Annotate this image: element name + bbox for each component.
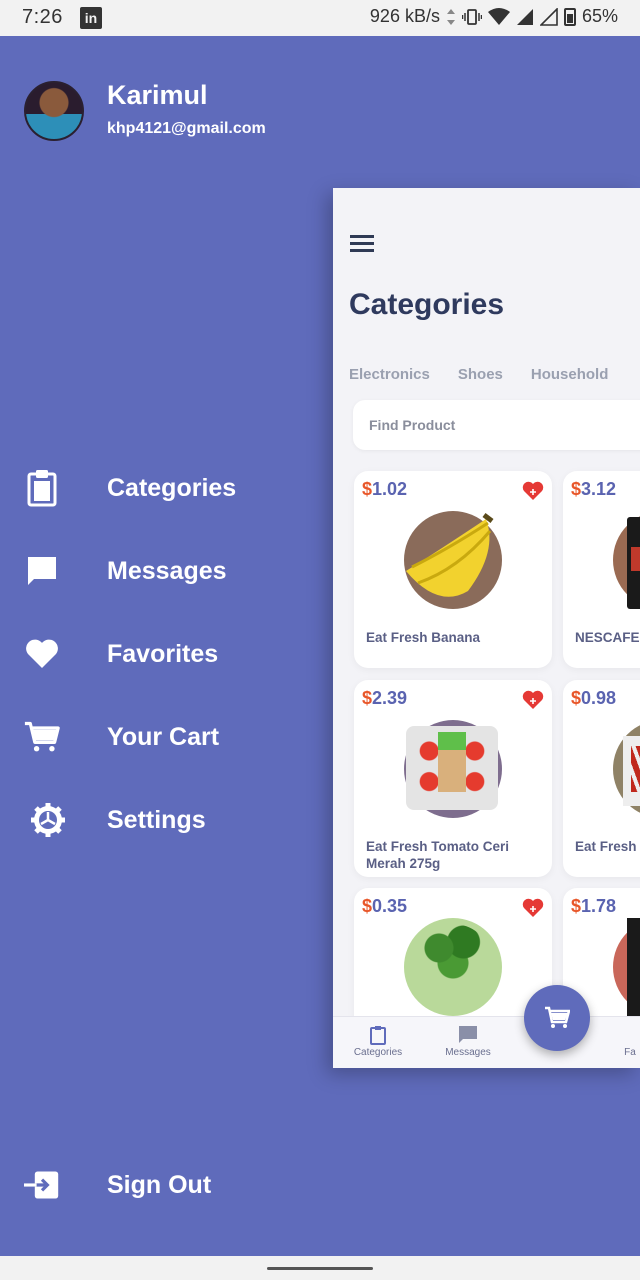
tab-shoes[interactable]: Shoes: [458, 366, 503, 383]
nescafe-image: [613, 511, 640, 609]
sign-out-label: Sign Out: [107, 1170, 212, 1199]
bottom-nav-messages[interactable]: Messages: [433, 1025, 503, 1058]
product-price: $1.78: [571, 896, 617, 916]
system-navigation-bar: [0, 1256, 640, 1280]
cart-icon: [24, 719, 60, 755]
status-time: 7:26: [22, 6, 63, 28]
product-name: Eat Fresh Banana: [366, 630, 481, 645]
main-screen-preview[interactable]: Categories Electronics Shoes Household $…: [333, 188, 640, 1068]
avatar[interactable]: [24, 81, 84, 141]
product-price: $2.39: [362, 688, 408, 708]
drawer-item-settings[interactable]: Settings: [0, 790, 330, 850]
menu-icon[interactable]: [350, 235, 374, 252]
sign-out-icon: [24, 1167, 60, 1203]
product-name: Eat Fresh Tomato Ceri Merah 275g: [366, 839, 510, 871]
product-price: $1.02: [362, 479, 408, 499]
tab-electronics[interactable]: Electronics: [349, 366, 430, 383]
bottom-nav-label: Categories: [353, 1047, 403, 1058]
clipboard-icon: [370, 1026, 386, 1045]
greens-image: [404, 918, 502, 1016]
product-card[interactable]: $1.02 Eat Fresh Banana: [354, 471, 552, 668]
search-input[interactable]: [369, 417, 619, 433]
sign-out-button[interactable]: Sign Out: [0, 1155, 330, 1215]
favorite-heart-icon[interactable]: [522, 898, 544, 918]
bottom-nav-label: Messages: [445, 1047, 491, 1058]
gear-icon: [30, 802, 66, 838]
product-name: Eat Fresh C 100g: [575, 839, 640, 854]
status-bar: 7:26 in 926 kB/s 65%: [0, 0, 640, 36]
signal-empty-icon: [539, 7, 558, 26]
message-icon: [24, 553, 60, 589]
status-indicators: 926 kB/s 65%: [370, 6, 618, 27]
cart-icon: [545, 1006, 570, 1028]
heart-icon: [620, 1025, 640, 1045]
product-card[interactable]: $2.39 Eat Fresh Tomato Ceri Merah 275g: [354, 680, 552, 877]
drawer-item-label: Settings: [107, 805, 206, 834]
drawer-item-label: Messages: [107, 556, 227, 585]
drawer-item-messages[interactable]: Messages: [0, 541, 330, 601]
user-email: khp4121@gmail.com: [107, 120, 266, 137]
favorite-heart-icon[interactable]: [522, 690, 544, 710]
bottom-nav-categories[interactable]: Categories: [343, 1025, 413, 1058]
search-bar[interactable]: [353, 400, 640, 450]
tab-household[interactable]: Household: [531, 366, 609, 383]
chili-image: [613, 720, 640, 818]
drawer-item-your-cart[interactable]: Your Cart: [0, 707, 330, 767]
product-card[interactable]: $3.12 NESCAFE C 200g: [563, 471, 640, 668]
tomato-image: [404, 720, 502, 818]
drawer-item-label: Favorites: [107, 639, 219, 668]
banana-image: [404, 511, 502, 609]
favorite-heart-icon[interactable]: [522, 481, 544, 501]
product-price: $0.98: [571, 688, 617, 708]
page-title: Categories: [349, 288, 505, 321]
product-name: NESCAFE C 200g: [575, 630, 640, 645]
drawer-item-label: Your Cart: [107, 722, 220, 751]
bottom-navigation: Categories Messages Fa: [333, 1016, 640, 1068]
bottom-nav-favorites[interactable]: Fa: [595, 1025, 640, 1058]
message-icon: [459, 1026, 477, 1043]
linkedin-notification-icon: in: [80, 7, 102, 29]
drawer-item-favorites[interactable]: Favorites: [0, 624, 330, 684]
product-image: [613, 918, 640, 1016]
wifi-icon: [487, 7, 510, 25]
clipboard-icon: [24, 470, 60, 507]
home-gesture-handle[interactable]: [267, 1267, 373, 1270]
drawer-item-categories[interactable]: Categories: [0, 458, 330, 518]
product-card[interactable]: $0.98 Eat Fresh C 100g: [563, 680, 640, 877]
battery-icon: [563, 7, 576, 26]
heart-icon: [24, 636, 60, 672]
cart-fab-button[interactable]: [524, 985, 590, 1051]
data-transfer-icon: [446, 8, 455, 25]
battery-percent: 65%: [581, 6, 618, 26]
vibrate-icon: [461, 8, 482, 25]
signal-icon: [516, 8, 533, 25]
bottom-nav-label: Fa: [624, 1047, 636, 1058]
product-price: $0.35: [362, 896, 408, 916]
drawer-item-label: Categories: [107, 473, 237, 502]
product-price: $3.12: [571, 479, 617, 499]
user-name: Karimul: [107, 80, 208, 110]
category-tabs: Electronics Shoes Household: [349, 366, 608, 383]
network-speed: 926 kB/s: [369, 6, 440, 26]
